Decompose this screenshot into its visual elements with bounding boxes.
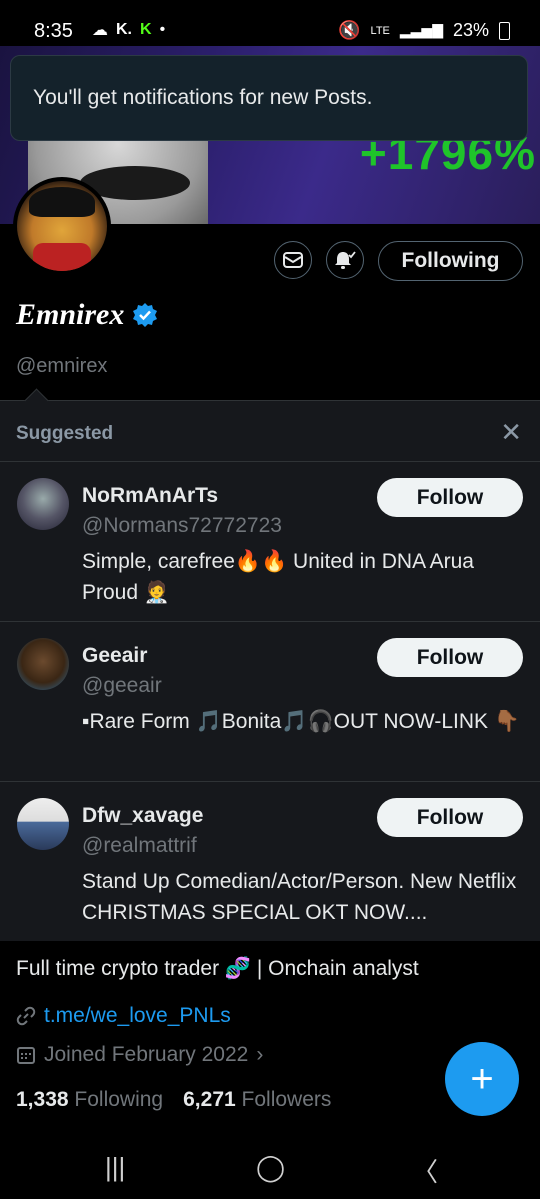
joined-row: Joined February 2022 › xyxy=(16,1043,263,1067)
display-name: Emnirex xyxy=(16,298,125,331)
avatar-hair xyxy=(29,187,95,217)
notifications-button[interactable] xyxy=(326,241,364,279)
following-button[interactable]: Following xyxy=(378,241,523,281)
recent-apps-icon[interactable]: ||| xyxy=(105,1152,125,1183)
status-right-icons: 🔇 LTE ▂▃▅▇ 23% xyxy=(338,20,510,41)
notification-toast: You'll get notifications for new Posts. xyxy=(10,55,528,141)
system-nav-bar: ||| ◯ 〈 xyxy=(0,1130,540,1199)
k-icon: K. xyxy=(116,21,132,38)
close-icon[interactable]: ✕ xyxy=(500,419,522,445)
suggested-handle: @realmattrif xyxy=(82,834,197,857)
follow-button[interactable]: Follow xyxy=(377,638,523,677)
verified-badge-icon xyxy=(133,303,158,327)
back-icon[interactable]: 〈 xyxy=(412,1152,438,1189)
suggested-user-row[interactable]: Dfw_xavage @realmattrif Stand Up Comedia… xyxy=(0,781,540,941)
kick-icon: K xyxy=(140,21,152,38)
suggested-title: Suggested xyxy=(16,423,114,444)
following-count: 1,338 xyxy=(16,1088,69,1111)
battery-icon xyxy=(499,21,510,40)
battery-text: 23% xyxy=(452,20,489,40)
dot-icon: • xyxy=(159,21,166,38)
status-left-icons: ☁ K. K • xyxy=(92,20,165,40)
suggested-handle: @geeair xyxy=(82,674,162,697)
cloud-icon: ☁ xyxy=(92,22,108,39)
profile-link[interactable]: t.me/we_love_PNLs xyxy=(44,1004,231,1028)
profile-bio: Full time crypto trader 🧬 | Onchain anal… xyxy=(16,957,419,980)
toast-text: You'll get notifications for new Posts. xyxy=(33,86,373,109)
link-icon xyxy=(16,1006,36,1026)
suggested-bio: Stand Up Comedian/Actor/Person. New Netf… xyxy=(82,870,517,924)
suggested-avatar[interactable] xyxy=(17,638,69,690)
profile-name-row: Emnirex xyxy=(16,298,158,332)
suggested-name[interactable]: NoRmAnArTs xyxy=(82,484,218,508)
follow-button[interactable]: Follow xyxy=(377,478,523,517)
profile-avatar[interactable] xyxy=(13,177,111,275)
suggested-bio: ▪Rare Form 🎵Bonita🎵🎧OUT NOW-LINK 👇🏾 xyxy=(82,710,520,733)
mail-icon xyxy=(283,252,303,268)
lte-icon: LTE xyxy=(370,24,390,37)
following-stat[interactable]: 1,338 Following xyxy=(16,1088,163,1112)
avatar-image xyxy=(17,181,107,271)
joined-date: Joined February 2022 xyxy=(44,1043,249,1066)
status-time: 8:35 xyxy=(34,20,73,42)
follow-stats: 1,338 Following 6,271 Followers xyxy=(16,1088,331,1112)
suggested-name[interactable]: Dfw_xavage xyxy=(82,804,203,828)
signal-icon: ▂▃▅▇ xyxy=(399,22,443,38)
followers-stat[interactable]: 6,271 Followers xyxy=(183,1088,331,1112)
home-icon[interactable]: ◯ xyxy=(256,1152,285,1183)
suggested-panel: Suggested ✕ NoRmAnArTs @Normans72772723 … xyxy=(0,400,540,941)
chevron-right-icon[interactable]: › xyxy=(256,1043,263,1067)
avatar-shirt xyxy=(33,243,91,271)
suggested-bio: Simple, carefree🔥🔥 United in DNA Arua Pr… xyxy=(82,550,474,604)
follow-button[interactable]: Follow xyxy=(377,798,523,837)
suggested-avatar[interactable] xyxy=(17,798,69,850)
following-label: Following xyxy=(74,1088,164,1111)
message-button[interactable] xyxy=(274,241,312,279)
status-bar: 8:35 ☁ K. K • 🔇 LTE ▂▃▅▇ 23% xyxy=(0,0,540,46)
compose-post-button[interactable]: + xyxy=(445,1042,519,1116)
profile-link-row[interactable]: t.me/we_love_PNLs xyxy=(16,1004,231,1028)
bell-check-icon xyxy=(335,251,356,269)
suggested-avatar[interactable] xyxy=(17,478,69,530)
suggested-handle: @Normans72772723 xyxy=(82,514,282,537)
followers-label: Followers xyxy=(241,1088,332,1111)
followers-count: 6,271 xyxy=(183,1088,236,1111)
suggested-user-row[interactable]: NoRmAnArTs @Normans72772723 Simple, care… xyxy=(0,461,540,621)
suggested-name[interactable]: Geeair xyxy=(82,644,147,668)
calendar-icon xyxy=(17,1047,35,1064)
mute-icon: 🔇 xyxy=(338,20,361,40)
profile-handle: @emnirex xyxy=(16,355,108,377)
suggested-user-row[interactable]: Geeair @geeair ▪Rare Form 🎵Bonita🎵🎧OUT N… xyxy=(0,621,540,781)
